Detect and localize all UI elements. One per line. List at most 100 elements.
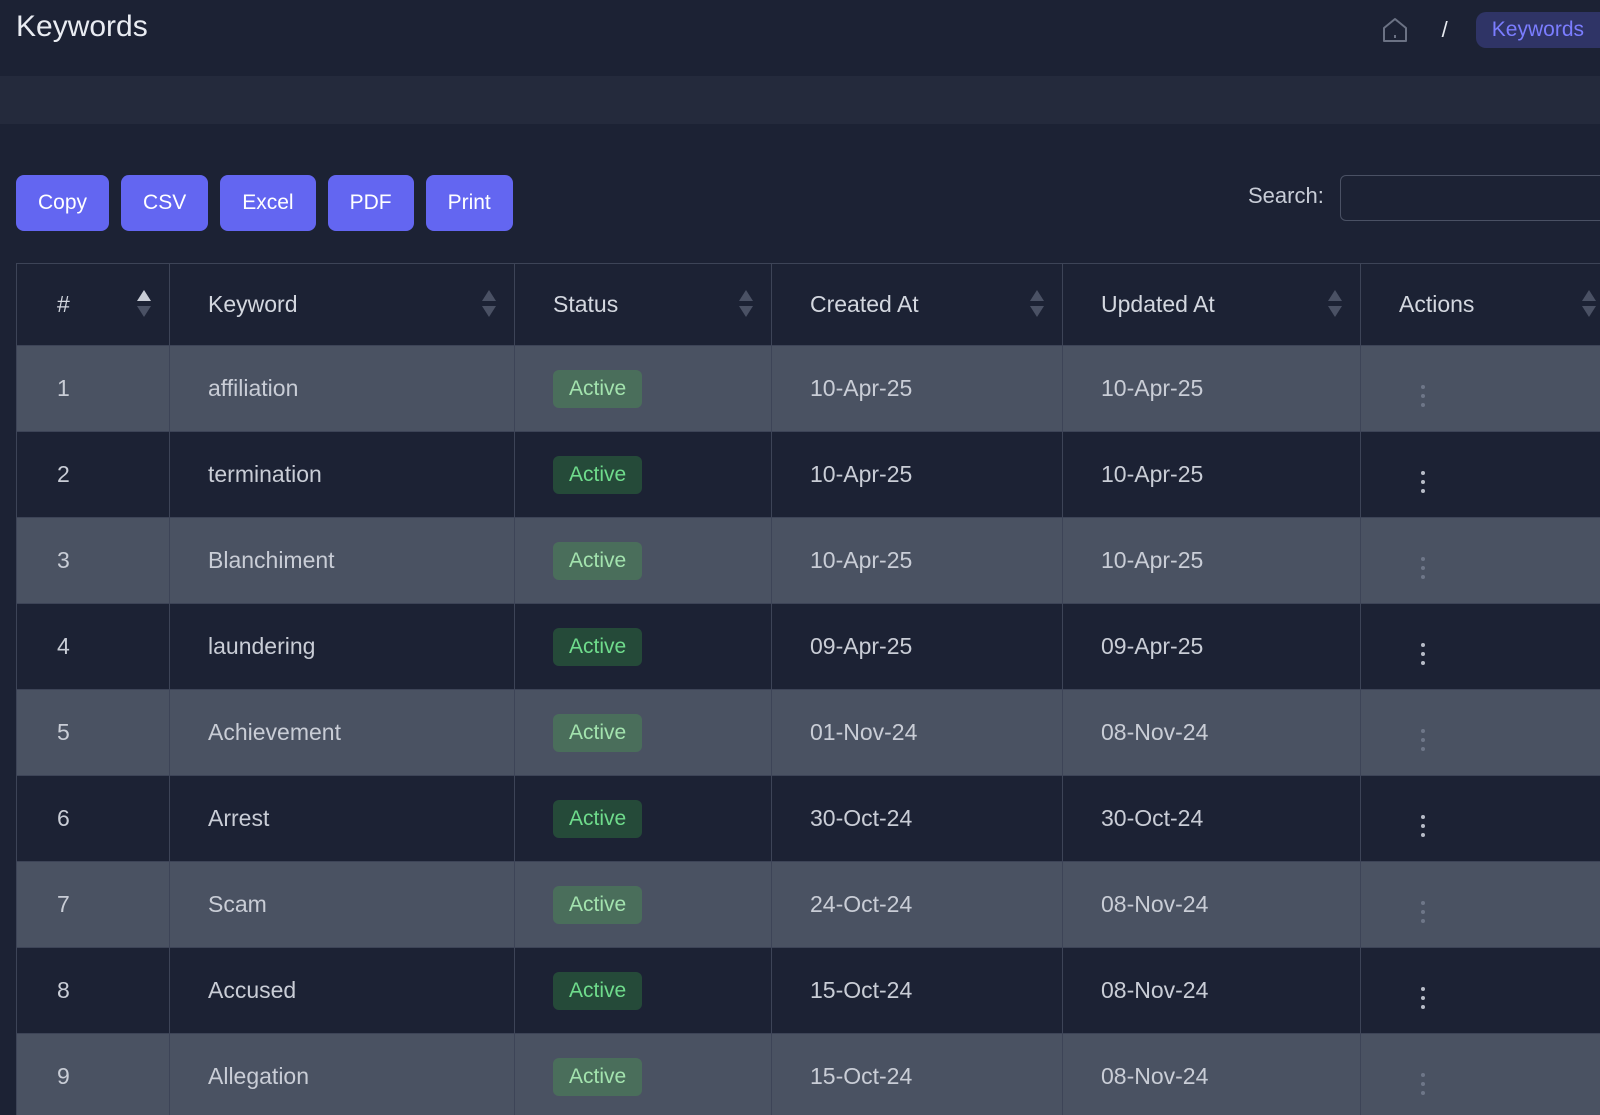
status-cell: Active [514, 1033, 772, 1115]
status-badge: Active [553, 627, 643, 666]
actions-cell [1360, 775, 1600, 862]
column-header-label: Status [553, 291, 619, 317]
print-button[interactable]: Print [425, 175, 513, 231]
export-toolbar: Copy CSV Excel PDF Print [16, 175, 513, 231]
keyword-cell: Achievement [169, 689, 515, 776]
updated-at-cell: 10-Apr-25 [1062, 431, 1361, 518]
sort-icon[interactable] [1328, 290, 1342, 320]
row-number: 8 [16, 947, 170, 1034]
row-number: 5 [16, 689, 170, 776]
search-label: Search: [1248, 183, 1324, 208]
updated-at-cell: 10-Apr-25 [1062, 345, 1361, 432]
row-number: 2 [16, 431, 170, 518]
sort-icon[interactable] [1030, 290, 1044, 320]
created-at-cell: 30-Oct-24 [771, 775, 1063, 862]
status-badge: Active [553, 1057, 643, 1096]
row-number: 6 [16, 775, 170, 862]
kebab-menu-icon[interactable] [1415, 727, 1431, 753]
sort-icon[interactable] [137, 290, 151, 320]
status-cell: Active [514, 689, 772, 776]
updated-at-cell: 08-Nov-24 [1062, 947, 1361, 1034]
breadcrumb-current[interactable]: Keywords [1475, 12, 1600, 48]
actions-cell [1360, 517, 1600, 604]
status-cell: Active [514, 345, 772, 432]
sort-icon[interactable] [1582, 290, 1596, 320]
actions-cell [1360, 947, 1600, 1034]
header-band [0, 76, 1600, 124]
csv-button[interactable]: CSV [121, 175, 209, 231]
keyword-cell: Scam [169, 861, 515, 948]
updated-at-cell: 08-Nov-24 [1062, 861, 1361, 948]
column-header-label: Keyword [208, 291, 298, 317]
sort-icon[interactable] [482, 290, 496, 320]
row-number: 7 [16, 861, 170, 948]
updated-at-cell: 30-Oct-24 [1062, 775, 1361, 862]
keyword-cell: Accused [169, 947, 515, 1034]
created-at-cell: 24-Oct-24 [771, 861, 1063, 948]
row-number: 9 [16, 1033, 170, 1115]
keyword-cell: laundering [169, 603, 515, 690]
column-header-label: Actions [1399, 291, 1475, 317]
column-header-status[interactable]: Status [514, 263, 772, 346]
created-at-cell: 15-Oct-24 [771, 947, 1063, 1034]
search-input[interactable] [1340, 175, 1600, 221]
column-header-created-at[interactable]: Created At [771, 263, 1063, 346]
status-cell: Active [514, 775, 772, 862]
keyword-cell: Blanchiment [169, 517, 515, 604]
column-header-actions[interactable]: Actions [1360, 263, 1600, 346]
kebab-menu-icon[interactable] [1415, 383, 1431, 409]
keyword-cell: Allegation [169, 1033, 515, 1115]
breadcrumb: / Keywords [1378, 12, 1600, 48]
updated-at-cell: 09-Apr-25 [1062, 603, 1361, 690]
status-cell: Active [514, 603, 772, 690]
actions-cell [1360, 431, 1600, 518]
excel-button[interactable]: Excel [220, 175, 316, 231]
actions-cell [1360, 1033, 1600, 1115]
kebab-menu-icon[interactable] [1415, 1071, 1431, 1097]
kebab-menu-icon[interactable] [1415, 813, 1431, 839]
column-header-number[interactable]: # [16, 263, 170, 346]
table-row: 9 Allegation Active 15-Oct-24 08-Nov-24 [16, 1033, 1600, 1115]
kebab-menu-icon[interactable] [1415, 899, 1431, 925]
page-title: Keywords [16, 10, 148, 43]
pdf-button[interactable]: PDF [327, 175, 414, 231]
actions-cell [1360, 603, 1600, 690]
created-at-cell: 09-Apr-25 [771, 603, 1063, 690]
copy-button[interactable]: Copy [16, 175, 110, 231]
table-row: 5 Achievement Active 01-Nov-24 08-Nov-24 [16, 689, 1600, 776]
kebab-menu-icon[interactable] [1415, 641, 1431, 667]
home-icon[interactable] [1378, 13, 1412, 47]
status-badge: Active [553, 971, 643, 1010]
actions-cell [1360, 689, 1600, 776]
kebab-menu-icon[interactable] [1415, 555, 1431, 581]
status-cell: Active [514, 517, 772, 604]
keywords-table: # Keyword Status Created At Updated At A… [16, 263, 1600, 1115]
column-header-keyword[interactable]: Keyword [169, 263, 515, 346]
sort-icon[interactable] [739, 290, 753, 320]
updated-at-cell: 08-Nov-24 [1062, 689, 1361, 776]
status-badge: Active [553, 885, 643, 924]
column-header-label: # [57, 291, 70, 317]
table-row: 1 affiliation Active 10-Apr-25 10-Apr-25 [16, 345, 1600, 432]
kebab-menu-icon[interactable] [1415, 985, 1431, 1011]
updated-at-cell: 08-Nov-24 [1062, 1033, 1361, 1115]
table-row: 2 termination Active 10-Apr-25 10-Apr-25 [16, 431, 1600, 518]
kebab-menu-icon[interactable] [1415, 469, 1431, 495]
row-number: 4 [16, 603, 170, 690]
column-header-label: Created At [810, 291, 919, 317]
keyword-cell: Arrest [169, 775, 515, 862]
table-row: 3 Blanchiment Active 10-Apr-25 10-Apr-25 [16, 517, 1600, 604]
row-number: 3 [16, 517, 170, 604]
updated-at-cell: 10-Apr-25 [1062, 517, 1361, 604]
status-cell: Active [514, 947, 772, 1034]
created-at-cell: 10-Apr-25 [771, 345, 1063, 432]
created-at-cell: 10-Apr-25 [771, 431, 1063, 518]
table-row: 8 Accused Active 15-Oct-24 08-Nov-24 [16, 947, 1600, 1034]
column-header-updated-at[interactable]: Updated At [1062, 263, 1361, 346]
row-number: 1 [16, 345, 170, 432]
keywords-table-container: # Keyword Status Created At Updated At A… [16, 263, 1600, 1115]
top-bar: Keywords / Keywords [0, 0, 1600, 76]
status-cell: Active [514, 861, 772, 948]
status-badge: Active [553, 455, 643, 494]
status-badge: Active [553, 369, 643, 408]
